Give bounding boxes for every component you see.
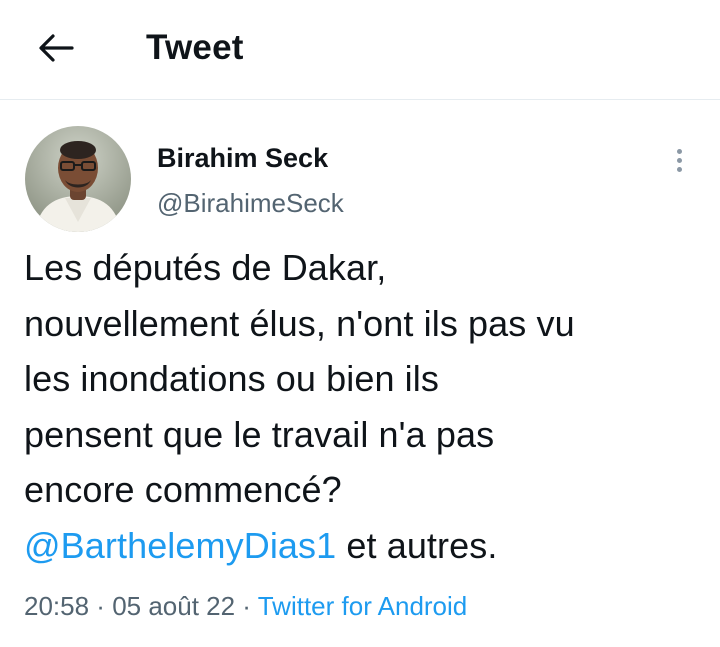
vertical-ellipsis-dot [676, 157, 682, 163]
back-button[interactable] [34, 26, 78, 70]
tweet-text-line: pensent que le travail n'a pas [24, 413, 495, 455]
mention-link[interactable]: @BarthelemyDias1 [24, 525, 336, 566]
mention-suffix: et autres. [336, 524, 498, 566]
tweet-text-line: les inondations ou bien ils [24, 358, 439, 399]
tweet-text-line: nouvellement élus, n'ont ils pas vu [24, 302, 575, 344]
profile-photo [25, 126, 131, 232]
tweet-source-link[interactable]: Twitter for Android [258, 591, 468, 621]
tweet-time[interactable]: 20:58 [24, 591, 89, 621]
tweet-metadata: 20:58 · 05 août 22 · Twitter for Android [24, 589, 467, 623]
tweet-text-line: @BarthelemyDias1 et autres. [24, 518, 704, 574]
author-handle[interactable]: @BirahimeSeck [157, 186, 344, 220]
top-bar: Tweet [0, 0, 720, 100]
arrow-left-icon [39, 34, 74, 62]
tweet-text-line: encore commencé? [24, 469, 342, 510]
tweet-text-line: Les députés de Dakar, [24, 247, 387, 288]
vertical-ellipsis-dot [676, 166, 682, 172]
meta-separator: · [235, 591, 258, 621]
more-options-button[interactable] [664, 140, 694, 180]
author-display-name[interactable]: Birahim Seck [157, 141, 328, 175]
avatar[interactable] [25, 126, 131, 232]
tweet-text: Les députés de Dakar, nouvellement élus,… [24, 240, 704, 573]
page-title: Tweet [146, 28, 244, 67]
vertical-ellipsis-icon [676, 148, 682, 154]
tweet-date[interactable]: 05 août 22 [112, 591, 235, 621]
meta-separator: · [89, 591, 113, 621]
